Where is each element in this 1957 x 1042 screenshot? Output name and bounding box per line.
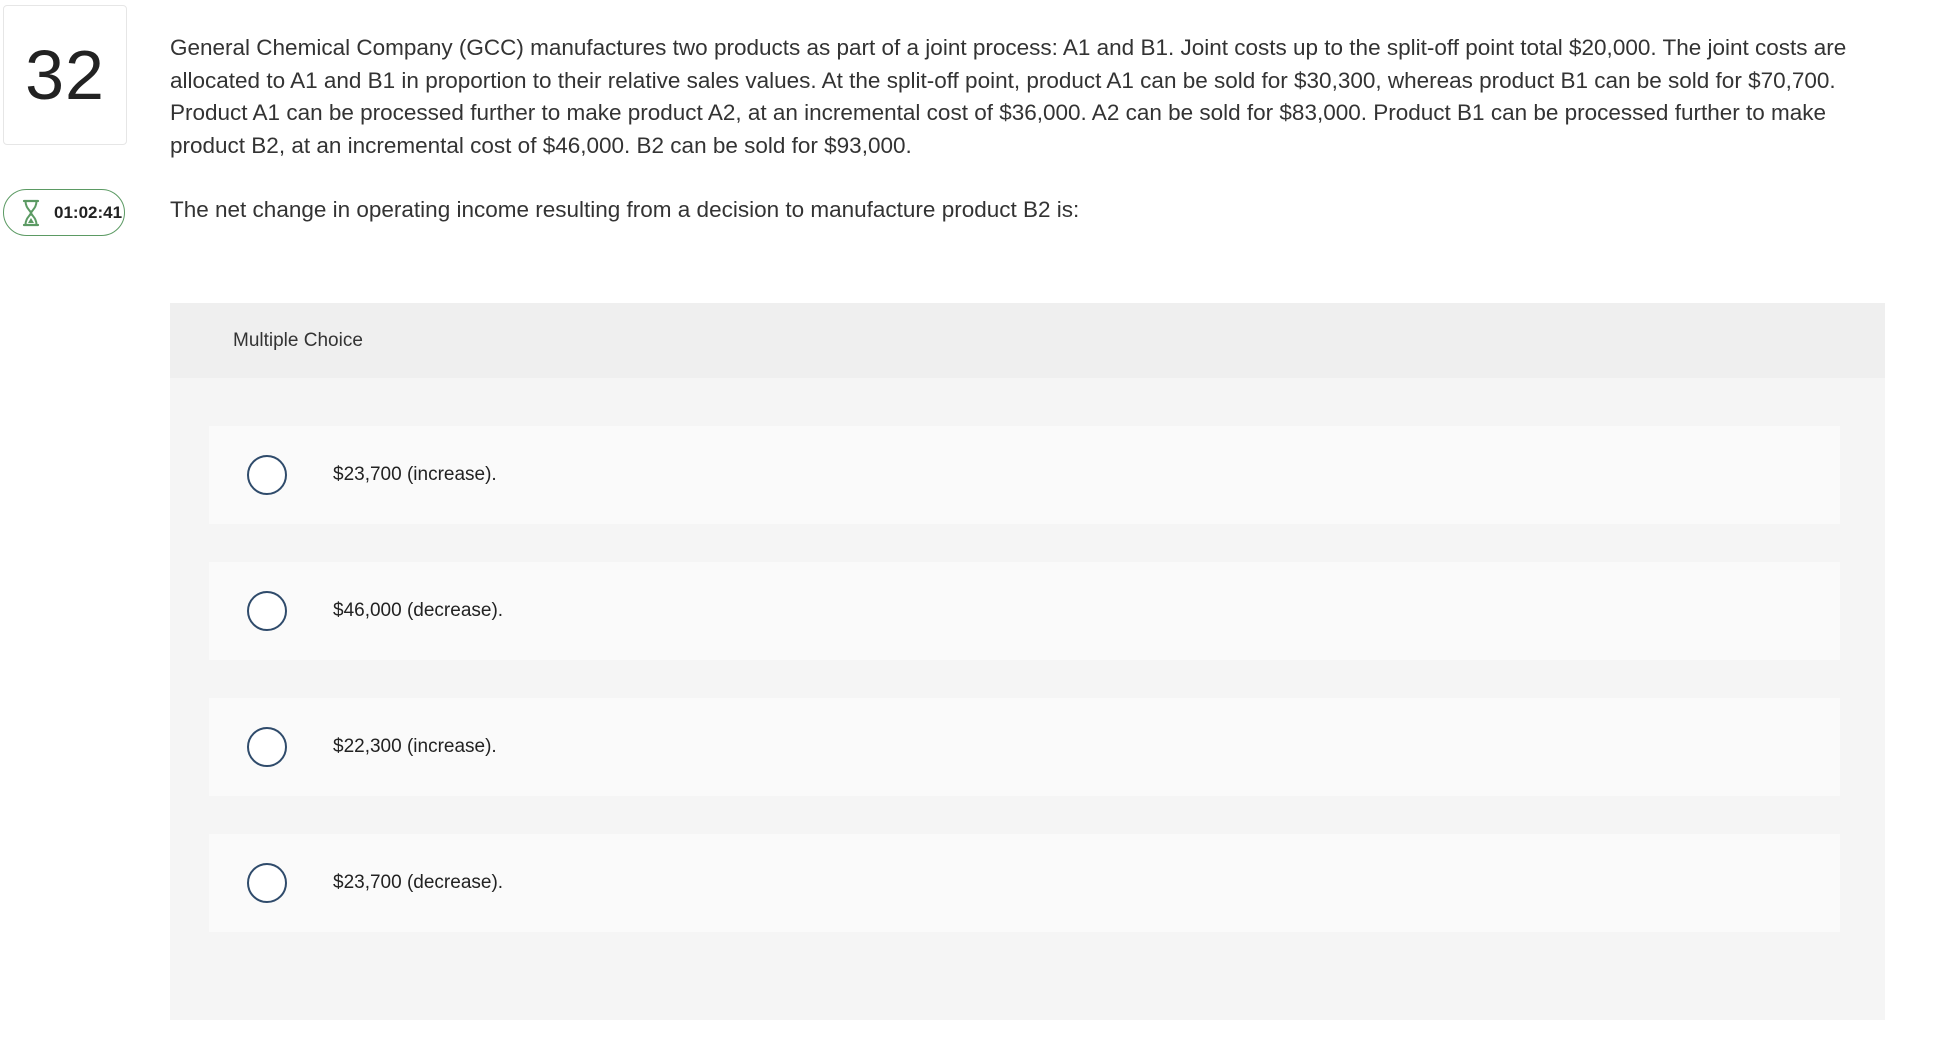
hourglass-icon xyxy=(22,199,40,227)
multiple-choice-options: $23,700 (increase). $46,000 (decrease). … xyxy=(170,378,1885,1020)
answer-option-4[interactable]: $23,700 (decrease). xyxy=(209,834,1840,932)
question-text: General Chemical Company (GCC) manufactu… xyxy=(170,35,1847,158)
question-page: 32 01:02:41 General Chemical Company (GC… xyxy=(0,0,1957,1042)
answer-option-label: $23,700 (decrease). xyxy=(333,872,504,893)
multiple-choice-header: Multiple Choice xyxy=(170,303,1885,378)
radio-button[interactable] xyxy=(247,455,287,495)
radio-button[interactable] xyxy=(247,727,287,767)
answer-option-3[interactable]: $22,300 (increase). xyxy=(209,698,1840,796)
radio-button[interactable] xyxy=(247,863,287,903)
answer-option-label: $23,700 (increase). xyxy=(333,464,497,485)
question-prompt: The net change in operating income resul… xyxy=(170,197,1080,222)
answer-option-2[interactable]: $46,000 (decrease). xyxy=(209,562,1840,660)
answer-option-label: $22,300 (increase). xyxy=(333,736,497,757)
multiple-choice-title: Multiple Choice xyxy=(233,329,363,351)
timer-badge[interactable]: 01:02:41 xyxy=(3,189,125,236)
multiple-choice-panel: Multiple Choice $23,700 (increase). $46,… xyxy=(170,303,1885,1020)
question-number: 32 xyxy=(25,36,105,114)
timer-time: 01:02:41 xyxy=(54,202,123,222)
answer-option-label: $46,000 (decrease). xyxy=(333,600,504,621)
question-number-box: 32 xyxy=(3,5,127,145)
radio-button[interactable] xyxy=(247,591,287,631)
answer-option-1[interactable]: $23,700 (increase). xyxy=(209,426,1840,524)
